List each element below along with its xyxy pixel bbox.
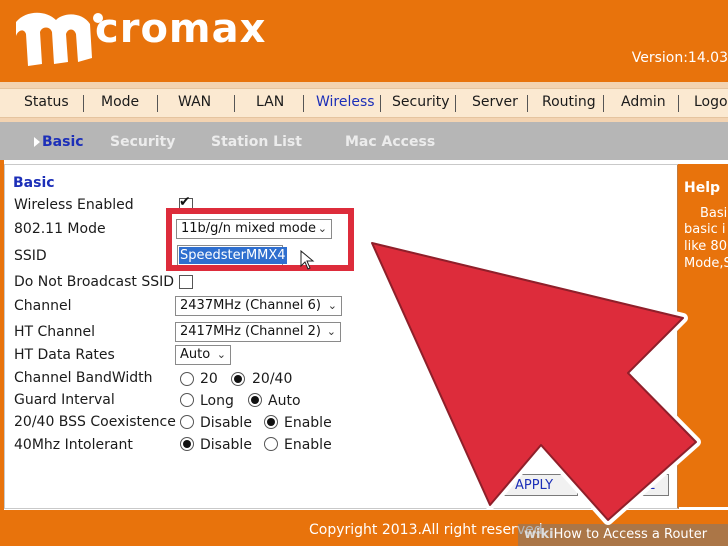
hide-ssid-checkbox[interactable] <box>179 275 193 289</box>
ht-rates-label: HT Data Rates <box>14 347 115 363</box>
bandwidth-radio-20[interactable] <box>180 372 194 386</box>
firmware-version: Version:14.03 <box>631 50 728 66</box>
ssid-label: SSID <box>14 248 47 264</box>
bandwidth-option-20-40: 20/40 <box>252 371 293 387</box>
highlight-box <box>166 208 354 271</box>
subtab-station-list[interactable]: Station List <box>211 134 302 150</box>
help-text-line: Mode,S <box>684 256 728 271</box>
watermark-text: wikiHow to Access a Router <box>524 527 707 542</box>
nav-separator <box>603 95 604 112</box>
coex-option-disable: Disable <box>200 415 252 431</box>
bandwidth-radio-20-40[interactable] <box>231 372 245 386</box>
nav-wireless[interactable]: Wireless <box>316 94 375 110</box>
nav-separator <box>678 95 679 112</box>
nav-separator <box>455 95 456 112</box>
brand-name: cromax <box>95 6 267 52</box>
channel-label: Channel <box>14 298 72 314</box>
nav-mode[interactable]: Mode <box>101 94 139 110</box>
watermark-wiki: wiki <box>524 527 554 542</box>
help-title: Help <box>684 180 721 196</box>
coexistence-label: 20/40 BSS Coexistence <box>14 414 176 430</box>
cancel-button[interactable]: CANCEL <box>588 474 669 496</box>
bandwidth-label: Channel BandWidth <box>14 370 153 386</box>
bandwidth-option-20: 20 <box>200 371 218 387</box>
mouse-cursor-icon <box>300 250 315 270</box>
chevron-down-icon: ⌄ <box>327 299 337 312</box>
coex-option-enable: Enable <box>284 415 332 431</box>
guard-radio-long[interactable] <box>180 393 194 407</box>
watermark-title: How to Access a Router <box>553 527 708 542</box>
help-text-line: basic i <box>684 222 726 237</box>
ht-channel-select[interactable]: 2417MHz (Channel 2) ⌄ <box>175 322 341 342</box>
guard-interval-label: Guard Interval <box>14 392 115 408</box>
chevron-down-icon: ⌄ <box>326 325 336 338</box>
channel-select[interactable]: 2437MHz (Channel 6) ⌄ <box>175 296 342 316</box>
copyright-text: Copyright 2013.All right reserved <box>309 522 543 538</box>
nav-separator <box>157 95 158 112</box>
wireless-enabled-label: Wireless Enabled <box>14 197 134 213</box>
chevron-down-icon: ⌄ <box>216 348 226 361</box>
nav-status[interactable]: Status <box>24 94 69 110</box>
guard-option-auto: Auto <box>268 393 301 409</box>
intolerant-label: 40Mhz Intolerant <box>14 437 133 453</box>
nav-admin[interactable]: Admin <box>621 94 666 110</box>
wireless-subnav: Basic Security Station List Mac Access <box>0 122 728 160</box>
mode-label: 802.11 Mode <box>14 221 106 237</box>
hide-ssid-label: Do Not Broadcast SSID <box>14 274 175 290</box>
ht-rates-select[interactable]: Auto ⌄ <box>175 345 231 365</box>
section-title: Basic <box>13 175 55 191</box>
intolerant-option-enable: Enable <box>284 437 332 453</box>
guard-radio-auto[interactable] <box>248 393 262 407</box>
nav-separator <box>234 95 235 112</box>
coex-radio-enable[interactable] <box>264 415 278 429</box>
nav-separator <box>303 95 304 112</box>
nav-security[interactable]: Security <box>392 94 450 110</box>
ht-channel-label: HT Channel <box>14 324 96 340</box>
coex-radio-disable[interactable] <box>180 415 194 429</box>
intolerant-option-disable: Disable <box>200 437 252 453</box>
nav-lan[interactable]: LAN <box>256 94 284 110</box>
main-nav-wrap: Status Mode WAN LAN Wireless Security Se… <box>0 82 728 122</box>
main-nav: Status Mode WAN LAN Wireless Security Se… <box>0 88 728 118</box>
channel-select-value: 2437MHz (Channel 6) <box>180 298 321 313</box>
subtab-security[interactable]: Security <box>110 134 175 150</box>
subtab-basic[interactable]: Basic <box>42 134 84 150</box>
guard-option-long: Long <box>200 393 234 409</box>
intolerant-radio-enable[interactable] <box>264 437 278 451</box>
help-panel: Help Basi basic i like 80 Mode,S <box>678 164 728 507</box>
active-pointer-icon <box>34 137 40 147</box>
nav-logout[interactable]: Logo <box>694 94 728 110</box>
nav-separator <box>83 95 84 112</box>
help-text-line: Basi <box>700 206 728 221</box>
nav-wan[interactable]: WAN <box>178 94 211 110</box>
header-bar: cromax Version:14.03 <box>0 0 728 82</box>
wikihow-watermark: wikiHow to Access a Router <box>518 524 728 546</box>
apply-button[interactable]: APPLY <box>490 474 578 496</box>
ht-channel-select-value: 2417MHz (Channel 2) <box>180 324 321 339</box>
intolerant-radio-disable[interactable] <box>180 437 194 451</box>
ht-rates-select-value: Auto <box>180 347 211 362</box>
nav-separator <box>527 95 528 112</box>
nav-routing[interactable]: Routing <box>542 94 596 110</box>
subtab-mac-access[interactable]: Mac Access <box>345 134 435 150</box>
checkmark-icon: ✔ <box>179 194 191 210</box>
nav-separator <box>380 95 381 112</box>
help-text-line: like 80 <box>684 239 727 254</box>
nav-server[interactable]: Server <box>472 94 518 110</box>
